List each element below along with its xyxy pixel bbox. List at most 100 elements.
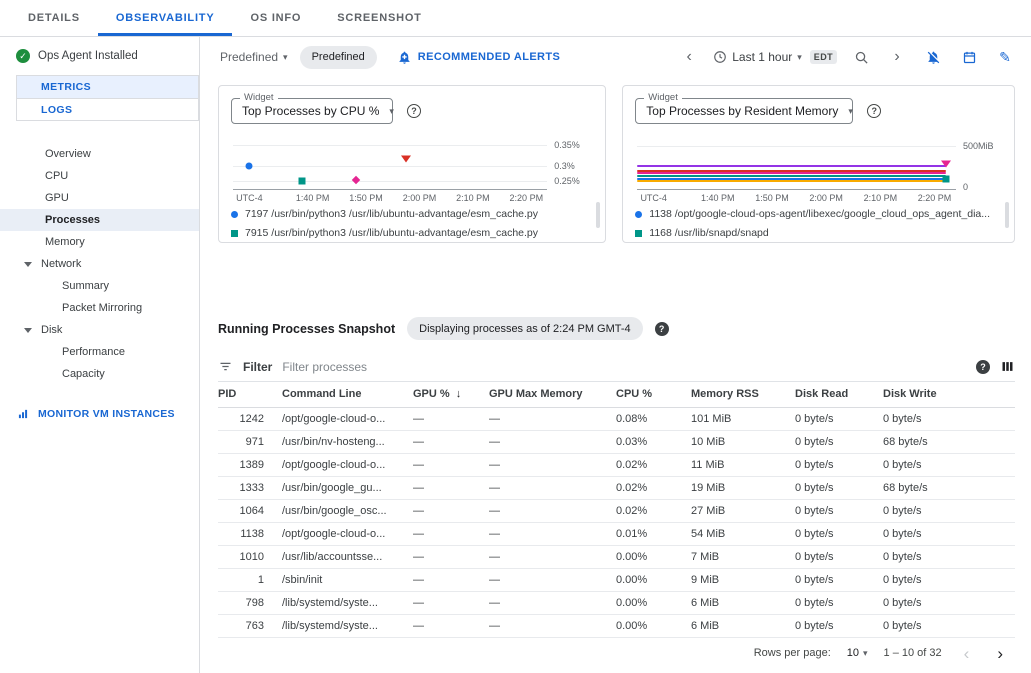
monitor-vm-instances-link[interactable]: MONITOR VM INSTANCES <box>0 401 199 427</box>
cell-pid: 1010 <box>218 545 282 568</box>
rows-per-page-label: Rows per page: <box>754 647 831 659</box>
vm-observability-page: DETAILS OBSERVABILITY OS INFO SCREENSHOT… <box>0 0 1031 673</box>
tab-os-info[interactable]: OS INFO <box>232 0 319 36</box>
process-row[interactable]: 798 /lib/systemd/syste... — — 0.00% 6 Mi… <box>218 591 1015 614</box>
cell-gpu: — <box>413 499 489 522</box>
nav-item-label: Performance <box>62 346 125 358</box>
cell-cpu: 0.02% <box>616 453 691 476</box>
column-picker-icon[interactable] <box>1000 359 1015 374</box>
cell-disk-read: 0 byte/s <box>795 430 883 453</box>
cell-gpu-max-memory: — <box>489 591 616 614</box>
cell-disk-read: 0 byte/s <box>795 453 883 476</box>
cell-gpu: — <box>413 591 489 614</box>
ops-agent-status: ✓ Ops Agent Installed <box>0 43 199 75</box>
cell-disk-read: 0 byte/s <box>795 522 883 545</box>
help-icon[interactable]: ? <box>655 322 669 336</box>
legend-item[interactable]: 1168 /usr/lib/snapd/snapd <box>635 227 990 239</box>
col-header-command-line[interactable]: Command Line <box>282 382 413 407</box>
col-header-cpu[interactable]: CPU % <box>616 382 691 407</box>
alerting-off-icon[interactable] <box>921 45 945 69</box>
timezone-badge[interactable]: EDT <box>810 50 837 64</box>
col-header-gpu-max-memory[interactable]: GPU Max Memory <box>489 382 616 407</box>
legend-item[interactable]: 7915 /usr/bin/python3 /usr/lib/ubuntu-ad… <box>231 227 581 239</box>
sidebar-nav-item[interactable]: Memory <box>0 231 199 253</box>
process-row[interactable]: 1010 /usr/lib/accountsse... — — 0.00% 7 … <box>218 545 1015 568</box>
sidebar-nav-item[interactable]: Summary <box>0 275 199 297</box>
chevron-down-icon: ▾ <box>389 106 394 117</box>
check-circle-icon: ✓ <box>16 49 30 63</box>
metrics-nav: Overview CPU GPU Processes <box>0 143 199 385</box>
process-row[interactable]: 1333 /usr/bin/google_gu... — — 0.02% 19 … <box>218 476 1015 499</box>
recommended-alerts-button[interactable]: RECOMMENDED ALERTS <box>397 50 560 65</box>
predefined-dropdown[interactable]: Predefined ▾ <box>220 50 288 64</box>
process-row[interactable]: 1064 /usr/bin/google_osc... — — 0.02% 27… <box>218 499 1015 522</box>
col-header-pid[interactable]: PID <box>218 382 282 407</box>
sidebar-nav-item[interactable]: CPU <box>0 165 199 187</box>
time-forward-button[interactable]: › <box>885 45 909 69</box>
sort-desc-icon[interactable]: ↓ <box>456 388 462 400</box>
sidebar-nav-item[interactable]: Network <box>0 253 199 275</box>
rows-per-page-select[interactable]: 10 ▾ <box>847 647 868 659</box>
sidebar-nav-item[interactable]: Disk <box>0 319 199 341</box>
col-header-disk-read[interactable]: Disk Read <box>795 382 883 407</box>
widget-type-select[interactable]: Widget Top Processes by Resident Memory … <box>635 98 853 124</box>
chevron-down-icon: ▾ <box>848 106 853 117</box>
cell-memory-rss: 11 MiB <box>691 453 795 476</box>
cell-gpu: — <box>413 522 489 545</box>
metrics-button[interactable]: METRICS <box>17 76 198 98</box>
chevron-down-icon: ▾ <box>283 52 288 63</box>
sidebar-nav-item[interactable]: Overview <box>0 143 199 165</box>
col-header-disk-write[interactable]: Disk Write <box>883 382 1015 407</box>
cell-disk-read: 0 byte/s <box>795 568 883 591</box>
filter-input[interactable] <box>282 360 966 374</box>
legend-scrollbar[interactable] <box>1005 202 1009 228</box>
legend-scrollbar[interactable] <box>596 202 600 228</box>
help-icon[interactable]: ? <box>976 360 990 374</box>
process-row[interactable]: 1242 /opt/google-cloud-o... — — 0.08% 10… <box>218 407 1015 430</box>
tab-observability[interactable]: OBSERVABILITY <box>98 0 233 36</box>
cell-pid: 1138 <box>218 522 282 545</box>
calendar-icon[interactable] <box>957 45 981 69</box>
cell-cpu: 0.08% <box>616 407 691 430</box>
time-back-button[interactable]: ‹ <box>677 45 701 69</box>
cell-memory-rss: 7 MiB <box>691 545 795 568</box>
sidebar-nav-item[interactable]: GPU <box>0 187 199 209</box>
cell-disk-write: 0 byte/s <box>883 453 1015 476</box>
legend-label: 7915 /usr/bin/python3 /usr/lib/ubuntu-ad… <box>245 227 538 239</box>
next-page-button[interactable]: › <box>991 645 1009 662</box>
logs-button[interactable]: LOGS <box>17 98 198 120</box>
sidebar-nav-item[interactable]: Processes <box>0 209 199 231</box>
cell-gpu-max-memory: — <box>489 407 616 430</box>
cell-memory-rss: 6 MiB <box>691 614 795 637</box>
process-row[interactable]: 1 /sbin/init — — 0.00% 9 MiB 0 byte/s 0 … <box>218 568 1015 591</box>
help-icon[interactable]: ? <box>407 104 421 118</box>
sidebar-nav-item[interactable]: Packet Mirroring <box>0 297 199 319</box>
cell-disk-write: 0 byte/s <box>883 568 1015 591</box>
help-icon[interactable]: ? <box>867 104 881 118</box>
legend-marker <box>231 211 238 218</box>
edit-icon[interactable]: ✎ <box>993 45 1017 69</box>
process-row[interactable]: 763 /lib/systemd/syste... — — 0.00% 6 Mi… <box>218 614 1015 637</box>
cell-memory-rss: 9 MiB <box>691 568 795 591</box>
running-processes-section: Running Processes Snapshot Displaying pr… <box>200 243 1031 662</box>
cell-cpu: 0.01% <box>616 522 691 545</box>
time-range-selector[interactable]: Last 1 hour ▾ EDT <box>713 50 837 64</box>
sidebar-nav-item[interactable]: Performance <box>0 341 199 363</box>
tab-screenshot[interactable]: SCREENSHOT <box>319 0 439 36</box>
process-row[interactable]: 1138 /opt/google-cloud-o... — — 0.01% 54… <box>218 522 1015 545</box>
toolbar: Predefined ▾ Predefined RECOMMENDED ALER… <box>200 37 1031 71</box>
col-header-memory-rss[interactable]: Memory RSS <box>691 382 795 407</box>
legend-item[interactable]: 1138 /opt/google-cloud-ops-agent/libexec… <box>635 208 990 220</box>
tab-details[interactable]: DETAILS <box>10 0 98 36</box>
process-row[interactable]: 971 /usr/bin/nv-hosteng... — — 0.03% 10 … <box>218 430 1015 453</box>
legend-item[interactable]: 7197 /usr/bin/python3 /usr/lib/ubuntu-ad… <box>231 208 581 220</box>
chevron-down-icon: ▾ <box>797 52 802 63</box>
process-row[interactable]: 1389 /opt/google-cloud-o... — — 0.02% 11… <box>218 453 1015 476</box>
col-header-gpu[interactable]: GPU %↓ <box>413 382 489 407</box>
search-icon[interactable] <box>849 45 873 69</box>
widget-type-select[interactable]: Widget Top Processes by CPU % ▾ <box>231 98 393 124</box>
previous-page-button[interactable]: ‹ <box>958 645 976 662</box>
sidebar-nav-item[interactable]: Capacity <box>0 363 199 385</box>
predefined-chip[interactable]: Predefined <box>300 46 377 69</box>
legend-marker <box>635 230 642 237</box>
